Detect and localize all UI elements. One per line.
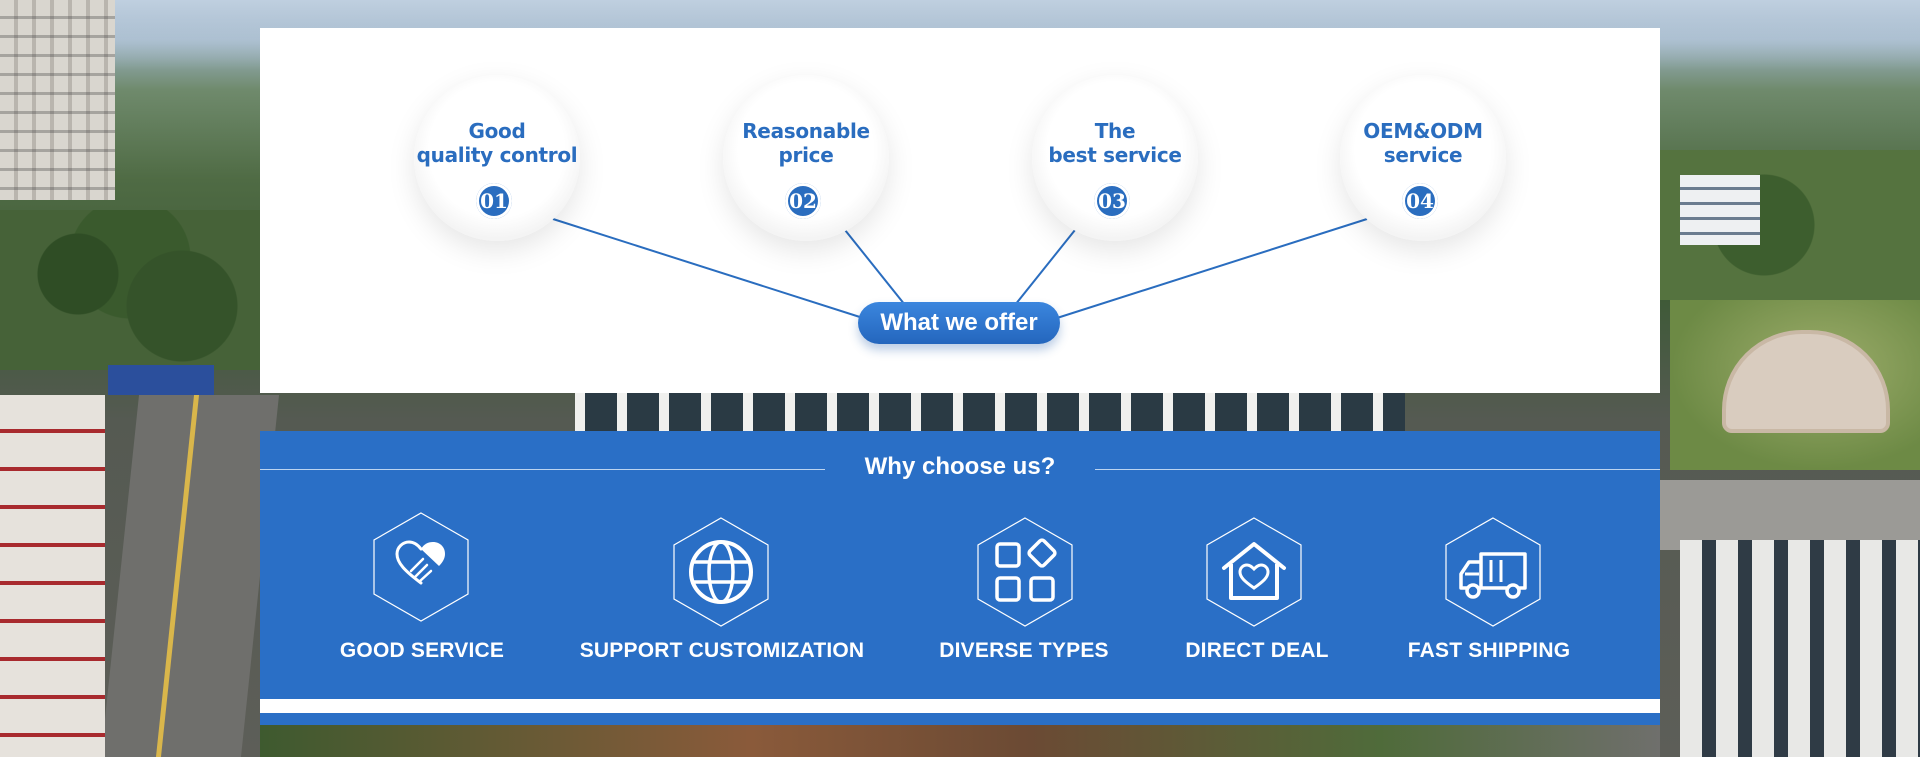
offer-item-best-service: The best service 03 (1032, 75, 1198, 241)
offer-item-label: The best service (1048, 119, 1182, 167)
handshake-heart-icon (373, 512, 469, 622)
offer-item-label: Good quality control (416, 119, 578, 167)
what-we-offer-badge: What we offer (858, 302, 1060, 344)
why-choose-us-panel: Why choose us? GOOD SERVICE SUPPORT CUST… (260, 431, 1660, 725)
offer-item-number: 04 (1402, 183, 1438, 219)
what-we-offer-panel: Good quality control 01 Reasonable price… (260, 28, 1660, 393)
offer-item-label: OEM&ODM service (1363, 119, 1483, 167)
feature-label: DIRECT DEAL (1185, 639, 1329, 662)
house-heart-icon (1206, 517, 1302, 627)
globe-icon (673, 517, 769, 627)
apps-grid-icon (977, 517, 1073, 627)
offer-item-oem-odm: OEM&ODM service 04 (1340, 75, 1506, 241)
truck-icon (1445, 517, 1541, 627)
offer-item-number: 03 (1094, 183, 1130, 219)
offer-item-reasonable-price: Reasonable price 02 (723, 75, 889, 241)
panel-divider-white (260, 699, 1660, 713)
connector-line-03 (1014, 229, 1076, 306)
panel-divider-blue (260, 713, 1660, 725)
offer-item-quality-control: Good quality control 01 (414, 75, 580, 241)
connector-line-02 (844, 229, 906, 306)
offer-item-number: 01 (476, 183, 512, 219)
feature-label: FAST SHIPPING (1407, 639, 1571, 662)
title-divider-right (1095, 469, 1660, 470)
why-choose-us-title: Why choose us? (864, 453, 1056, 480)
feature-label: SUPPORT CUSTOMIZATION (579, 639, 865, 662)
feature-label: GOOD SERVICE (339, 639, 505, 662)
offer-item-label: Reasonable price (742, 119, 870, 167)
feature-label: DIVERSE TYPES (939, 639, 1109, 662)
offer-item-number: 02 (785, 183, 821, 219)
